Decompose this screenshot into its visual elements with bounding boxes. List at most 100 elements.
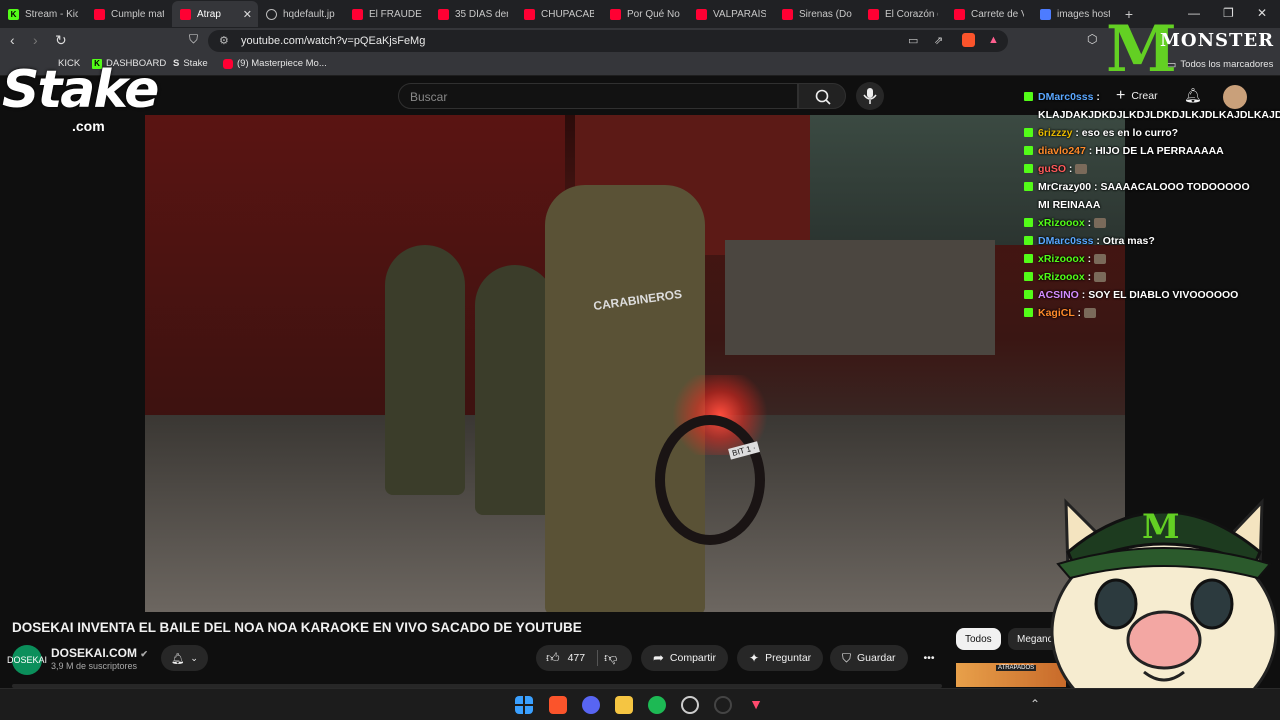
reload-icon[interactable]: ↻ bbox=[55, 32, 67, 49]
save-button[interactable]: ⛉ Guardar bbox=[830, 645, 908, 671]
obs-icon[interactable] bbox=[714, 696, 732, 714]
ask-button[interactable]: ✦ Preguntar bbox=[737, 645, 824, 671]
address-bar[interactable]: ⚙ youtube.com/watch?v=pQEaKjsFeMg ▭ ⇗ ▲ bbox=[208, 30, 1008, 52]
sparkle-icon: ✦ bbox=[749, 651, 760, 665]
browser-tab[interactable]: K Stream - Kic bbox=[0, 1, 86, 27]
youtube-icon bbox=[94, 8, 105, 20]
chat-message: xRizooox : bbox=[1024, 268, 1256, 286]
tab-title: El FRAUDE d bbox=[369, 8, 422, 20]
brave-shields-icon[interactable] bbox=[962, 33, 975, 47]
youtube-icon bbox=[438, 8, 449, 20]
bookmark-masterpiece[interactable]: (9) Masterpiece Mo... bbox=[223, 58, 327, 69]
file-explorer-icon[interactable] bbox=[615, 696, 633, 714]
voice-search-button[interactable] bbox=[856, 82, 884, 110]
share-button[interactable]: ➦ Compartir bbox=[641, 645, 728, 671]
chat-separator: : bbox=[1084, 253, 1095, 265]
bookmark-page-icon[interactable]: ⛉ bbox=[189, 32, 198, 47]
navigation-bar: ‹ › ↻ ⛉ ⚙ youtube.com/watch?v=pQEaKjsFeM… bbox=[0, 28, 1280, 54]
tab-title: CHUPACABR bbox=[541, 8, 594, 20]
bookmark-icon: ⛉ bbox=[842, 650, 852, 665]
chat-message: MrCrazy00 : SAAAACALOOO TODOOOOO MI REIN… bbox=[1024, 178, 1256, 214]
chat-username: KagiCL bbox=[1038, 307, 1075, 319]
browser-tab[interactable]: El FRAUDE d bbox=[344, 1, 430, 27]
chat-username: 6rizzzy bbox=[1038, 127, 1073, 139]
emote-icon bbox=[1094, 218, 1107, 229]
browser-tab[interactable]: CHUPACABR bbox=[516, 1, 602, 27]
kick-badge-icon bbox=[1024, 308, 1033, 317]
minimize-icon[interactable]: — bbox=[1188, 6, 1200, 20]
svg-text:M: M bbox=[1142, 507, 1180, 547]
chat-separator: : bbox=[1066, 163, 1076, 175]
chat-text: eso es en lo curro? bbox=[1081, 127, 1179, 139]
brave-browser-icon[interactable] bbox=[549, 696, 567, 714]
more-actions-button[interactable]: ••• bbox=[914, 645, 944, 671]
restore-icon[interactable]: ❐ bbox=[1223, 6, 1234, 20]
bookmark-all-folder[interactable]: ▭ Todos los marcadores bbox=[1166, 58, 1273, 71]
search-button[interactable] bbox=[798, 83, 846, 109]
like-button[interactable]: 👍︎ 477 bbox=[546, 650, 585, 666]
close-window-icon[interactable]: ✕ bbox=[1257, 6, 1267, 20]
subscription-bell-button[interactable]: 🔔︎ ⌄ bbox=[161, 645, 208, 671]
chat-separator: : bbox=[1093, 235, 1103, 247]
share-icon[interactable]: ⇗ bbox=[934, 34, 943, 47]
search-input[interactable]: Buscar bbox=[398, 83, 798, 109]
extensions-icon[interactable]: ⬡ bbox=[1087, 32, 1097, 46]
channel-name[interactable]: DOSEKAI.COM ✔ bbox=[51, 646, 148, 660]
chat-username: DMarc0sss bbox=[1038, 91, 1094, 103]
channel-avatar[interactable]: DOSEKAI bbox=[7, 645, 47, 675]
back-icon[interactable]: ‹ bbox=[10, 32, 15, 48]
emote-icon bbox=[1094, 272, 1107, 283]
kick-badge-icon bbox=[1024, 272, 1033, 281]
share-arrow-icon: ➦ bbox=[653, 650, 664, 665]
discord-icon[interactable] bbox=[582, 696, 600, 714]
bell-icon: 🔔︎ bbox=[171, 652, 185, 665]
steam-icon[interactable] bbox=[681, 696, 699, 714]
stream-chat-overlay: DMarc0sss : KLAJDAKJDKDJLKDJLDKDJLKJDLKA… bbox=[1024, 88, 1280, 322]
youtube-icon bbox=[610, 8, 621, 20]
windows-start-icon[interactable] bbox=[515, 696, 533, 714]
subscriber-count: 3,9 M de suscriptores bbox=[51, 661, 138, 671]
youtube-icon bbox=[696, 8, 707, 20]
browser-tab[interactable]: Cumple mat bbox=[86, 1, 172, 27]
dislike-button[interactable]: 👎︎ bbox=[604, 650, 617, 666]
youtube-icon bbox=[223, 58, 233, 69]
brave-rewards-icon[interactable]: ▲ bbox=[988, 34, 999, 46]
cat-mascot-icon: M bbox=[1050, 498, 1278, 720]
browser-tab[interactable]: 35 DÍAS den bbox=[430, 1, 516, 27]
browser-tab[interactable]: Sirenas (Doc bbox=[774, 1, 860, 27]
video-player[interactable]: CARABINEROS BIT 1 · bbox=[145, 115, 1125, 612]
tray-chevron-up-icon[interactable]: ⌃ bbox=[1030, 697, 1040, 711]
close-tab-icon[interactable]: ✕ bbox=[243, 8, 252, 21]
browser-tab[interactable]: El Corazón d bbox=[860, 1, 946, 27]
chat-separator: : bbox=[1084, 217, 1095, 229]
chat-text: KLAJDAKJDKDJLKDJLDKDJLKJDLKAJDLKAJDKLAJD bbox=[1038, 109, 1280, 121]
chat-message: KagiCL : bbox=[1024, 304, 1256, 322]
chat-text: Otra mas? bbox=[1102, 235, 1155, 247]
chip-todos[interactable]: Todos bbox=[956, 628, 1001, 650]
app-icon[interactable]: ▼ bbox=[747, 696, 765, 714]
video-title: DOSEKAI INVENTA EL BAILE DEL NOA NOA KAR… bbox=[12, 620, 582, 635]
browser-tab[interactable]: Carrete de V bbox=[946, 1, 1032, 27]
cast-icon[interactable]: ▭ bbox=[908, 34, 918, 47]
kick-badge-icon bbox=[1024, 182, 1033, 191]
youtube-icon bbox=[782, 8, 793, 20]
browser-tab[interactable]: Por Qué No bbox=[602, 1, 688, 27]
bookmark-stake[interactable]: S Stake bbox=[173, 58, 208, 69]
chat-separator: : bbox=[1085, 145, 1096, 157]
chat-message: DMarc0sss : KLAJDAKJDKDJLKDJLDKDJLKJDLKA… bbox=[1024, 88, 1280, 124]
chat-text: HIJO DE LA PERRAAAAA bbox=[1095, 145, 1224, 157]
chat-message: guSO : bbox=[1024, 160, 1256, 178]
bookmarks-bar: KICK K DASHBOARD S Stake (9) Masterpiece M… bbox=[0, 54, 1280, 76]
browser-tab[interactable]: VALPARAÍSO bbox=[688, 1, 774, 27]
chat-username: DMarc0sss bbox=[1038, 235, 1094, 247]
spotify-icon[interactable] bbox=[648, 696, 666, 714]
browser-tab[interactable]: hqdefault.jp bbox=[258, 1, 344, 27]
site-info-icon[interactable]: ⚙ bbox=[219, 34, 229, 47]
chat-message: 6rizzzy : eso es en lo curro? bbox=[1024, 124, 1256, 142]
url-text[interactable]: youtube.com/watch?v=pQEaKjsFeMg bbox=[241, 35, 425, 47]
forward-icon[interactable]: › bbox=[33, 32, 38, 48]
chat-username: xRizooox bbox=[1038, 217, 1085, 229]
chat-username: guSO bbox=[1038, 163, 1066, 175]
browser-tab[interactable]: Atrap ✕ bbox=[172, 1, 258, 27]
like-dislike-group: 👍︎ 477 👎︎ bbox=[536, 645, 632, 671]
